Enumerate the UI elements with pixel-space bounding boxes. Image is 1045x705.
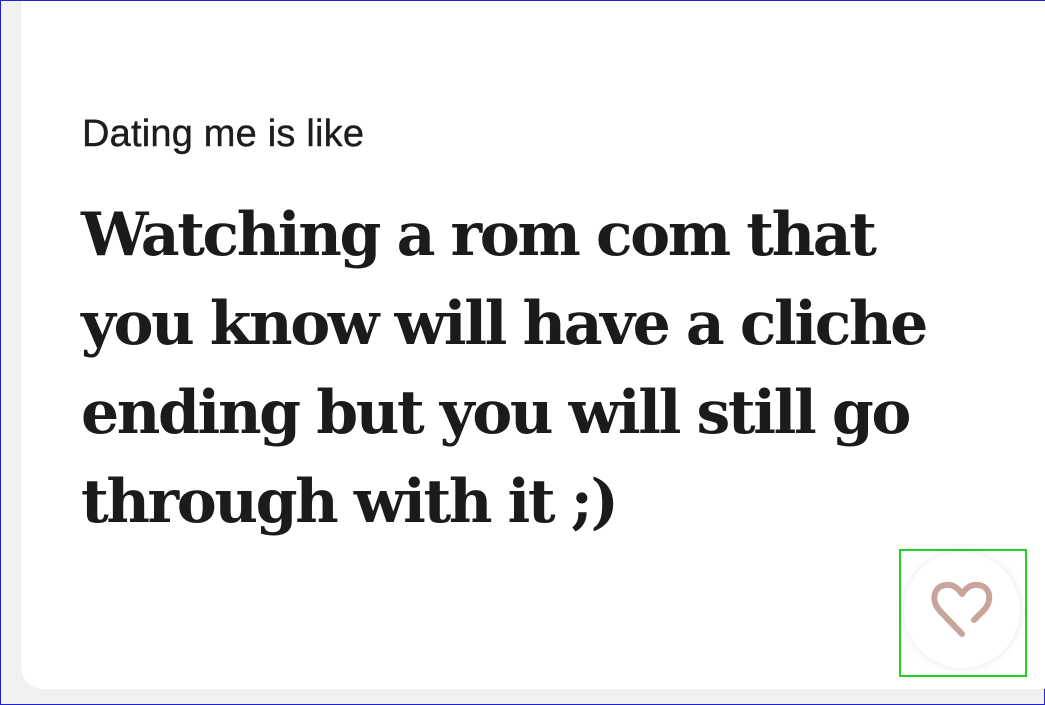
prompt-card: Dating me is like Watching a rom com tha… [21,1,1045,689]
screen-frame: Dating me is like Watching a rom com tha… [0,0,1045,705]
like-button[interactable] [904,552,1020,668]
heart-icon [931,581,993,637]
prompt-question: Dating me is like [82,113,365,155]
prompt-answer: Watching a rom com that you know will ha… [81,200,928,537]
